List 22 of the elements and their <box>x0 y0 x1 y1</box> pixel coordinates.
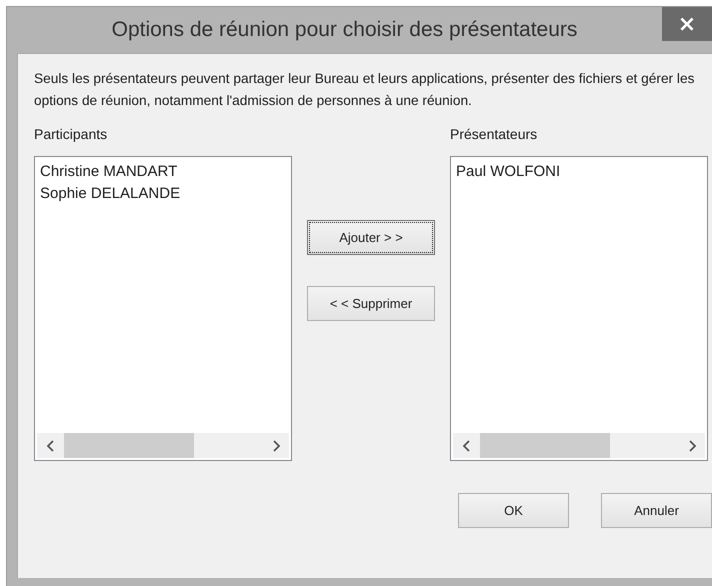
list-box[interactable]: Paul WOLFONI <box>450 156 708 461</box>
scroll-right-icon[interactable] <box>271 440 281 452</box>
close-button[interactable]: × <box>662 7 712 41</box>
description-text: Seuls les présentateurs peuvent partager leur Bureau et leurs applications, présenter des fichiers et gérer les options de réunion, notamment l'admission de personnes à une réunion. <box>34 70 696 110</box>
list-box[interactable]: Christine MANDART Sophie DELALANDE <box>34 156 292 461</box>
list-label: Présentateurs <box>450 126 538 144</box>
list-label: Participants <box>34 126 108 144</box>
scroll-thumb[interactable] <box>480 433 610 458</box>
list-item[interactable]: Christine MANDART <box>40 161 286 183</box>
scroll-thumb[interactable] <box>64 433 194 458</box>
dialog-button[interactable]: OK <box>458 493 569 528</box>
scroll-right-icon[interactable] <box>687 440 697 452</box>
list-item[interactable]: Paul WOLFONI <box>456 161 702 183</box>
dialog-button[interactable]: Annuler <box>601 493 712 528</box>
horizontal-scrollbar[interactable] <box>37 433 289 458</box>
list-item[interactable]: Sophie DELALANDE <box>40 183 286 205</box>
scroll-left-icon[interactable] <box>462 440 472 452</box>
move-button[interactable]: < < Supprimer <box>307 286 435 321</box>
horizontal-scrollbar[interactable] <box>453 433 705 458</box>
scroll-left-icon[interactable] <box>46 440 56 452</box>
window-title: Options de réunion pour choisir des présentateurs <box>112 18 578 42</box>
move-button[interactable]: Ajouter > > <box>307 220 435 255</box>
